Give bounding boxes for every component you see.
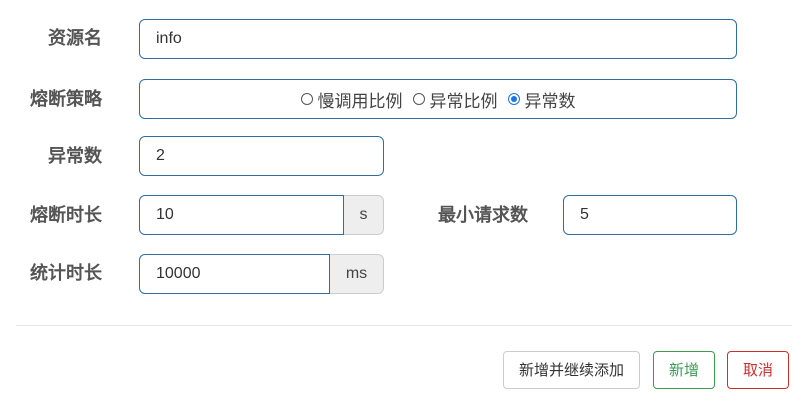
radio-slow-ratio[interactable]: 慢调用比例 xyxy=(300,87,403,112)
radio-exception-count-label: 异常数 xyxy=(524,91,576,112)
resource-label: 资源名 xyxy=(48,28,102,49)
add-button[interactable]: 新增 xyxy=(653,351,715,389)
break-duration-input[interactable]: 10 xyxy=(139,195,344,235)
resource-input[interactable]: info xyxy=(139,19,737,59)
break-duration-group: 10 s xyxy=(139,195,384,235)
radio-slow-ratio-circle[interactable] xyxy=(300,93,313,105)
radio-exception-count[interactable]: 异常数 xyxy=(507,87,576,112)
stat-duration-label: 统计时长 xyxy=(30,263,102,284)
break-duration-unit: s xyxy=(344,195,384,235)
exception-count-input[interactable]: 2 xyxy=(139,136,384,176)
radio-exception-count-circle[interactable] xyxy=(507,93,520,105)
stat-duration-unit: ms xyxy=(330,254,384,294)
break-duration-label: 熔断时长 xyxy=(30,205,102,226)
radio-exception-ratio[interactable]: 异常比例 xyxy=(412,87,498,112)
min-requests-label: 最小请求数 xyxy=(438,205,528,226)
radio-exception-ratio-circle[interactable] xyxy=(412,93,425,105)
min-requests-input[interactable]: 5 xyxy=(563,195,737,235)
strategy-radio-group: 慢调用比例 异常比例 异常数 xyxy=(139,79,737,119)
exception-count-label: 异常数 xyxy=(48,146,102,167)
cancel-button[interactable]: 取消 xyxy=(727,351,789,389)
add-and-continue-button[interactable]: 新增并继续添加 xyxy=(503,351,640,389)
rule-dialog: 资源名 info 熔断策略 慢调用比例 异常比例 异常数 异常数 2 熔断时长 … xyxy=(0,0,808,411)
stat-duration-group: 10000 ms xyxy=(139,254,384,294)
strategy-label: 熔断策略 xyxy=(30,89,102,110)
radio-slow-ratio-label: 慢调用比例 xyxy=(317,91,403,112)
stat-duration-input[interactable]: 10000 xyxy=(139,254,330,294)
radio-exception-ratio-label: 异常比例 xyxy=(429,91,498,112)
footer-divider xyxy=(16,325,792,326)
